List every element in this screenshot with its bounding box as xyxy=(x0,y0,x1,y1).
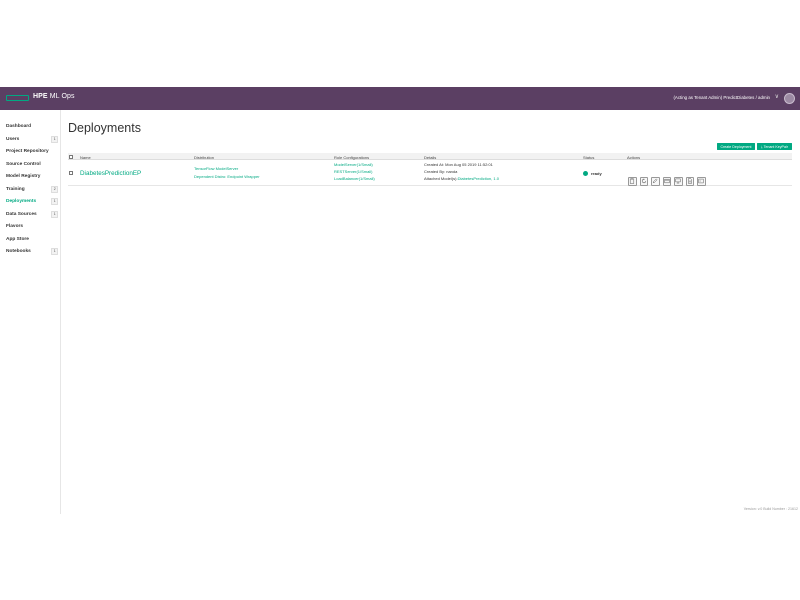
status-ready-icon xyxy=(583,170,588,176)
tenant-keypair-button[interactable]: ⤓ Tenant KeyPair xyxy=(757,143,792,150)
main-content: Deployments Create Deployment ⤓ Tenant K… xyxy=(61,110,800,514)
document-icon[interactable] xyxy=(685,177,694,186)
sidebar-item-label: Users xyxy=(6,136,20,142)
sidebar: Dashboard Users 1 Project Repository Sou… xyxy=(0,110,61,514)
refresh-icon[interactable] xyxy=(639,177,648,186)
column-header-distribution[interactable]: Distribution xyxy=(194,155,214,160)
column-header-role-configurations[interactable]: Role Configurations xyxy=(334,155,369,160)
created-by-text: Created By: nanda xyxy=(424,168,458,174)
brand-title[interactable]: HPE ML Ops xyxy=(33,93,75,100)
acting-as-text[interactable]: (Acting as Tenant Admin) PredictDiabetes… xyxy=(673,95,770,100)
sidebar-item-training[interactable]: Training 2 xyxy=(6,185,58,194)
monitor-icon[interactable] xyxy=(674,177,683,186)
brand-light: ML Ops xyxy=(49,93,75,100)
created-at-text: Created At: Mon Aug 05 2019 11:52:01 xyxy=(424,161,493,167)
count-badge: 1 xyxy=(51,210,58,218)
sidebar-item-notebooks[interactable]: Notebooks 1 xyxy=(6,247,58,256)
sidebar-item-flavors[interactable]: Flavors xyxy=(6,222,58,231)
column-header-status[interactable]: Status xyxy=(583,155,594,160)
sidebar-item-label: App Store xyxy=(6,236,29,242)
table-row: DiabetesPredictionEP TensorFlow ModelSer… xyxy=(68,161,792,186)
table-header: Name Distribution Role Configurations De… xyxy=(68,153,792,160)
sidebar-item-data-sources[interactable]: Data Sources 1 xyxy=(6,210,58,219)
count-badge: 1 xyxy=(51,135,58,143)
deployment-name-link[interactable]: DiabetesPredictionEP xyxy=(80,170,141,177)
sidebar-item-source-control[interactable]: Source Control xyxy=(6,160,58,169)
column-header-name[interactable]: Name xyxy=(80,155,91,160)
attached-model-link[interactable]: DiabetesPrediction, 1.0 xyxy=(458,176,499,181)
sidebar-item-label: Notebooks xyxy=(6,249,31,254)
sidebar-item-label: Dashboard xyxy=(6,124,32,129)
create-deployment-button[interactable]: Create Deployment xyxy=(717,143,755,150)
chevron-down-icon[interactable]: ∨ xyxy=(775,93,779,100)
window-icon[interactable] xyxy=(662,177,671,186)
edit-icon[interactable] xyxy=(651,177,660,186)
sidebar-item-dashboard[interactable]: Dashboard xyxy=(6,122,58,131)
column-header-details[interactable]: Details xyxy=(424,155,436,160)
row-checkbox[interactable] xyxy=(69,171,73,175)
sidebar-item-label: Flavors xyxy=(6,224,24,229)
count-badge: 1 xyxy=(51,198,58,205)
top-bar: HPE ML Ops (Acting as Tenant Admin) Pred… xyxy=(0,87,800,110)
sidebar-item-label: Data Sources xyxy=(6,211,37,217)
distribution-link[interactable]: TensorFlow ModelServer xyxy=(194,166,238,171)
select-all-checkbox[interactable] xyxy=(69,154,73,159)
clipboard-icon[interactable] xyxy=(628,177,637,186)
role-config-link[interactable]: RESTServer(1/Small) xyxy=(334,169,372,174)
page-title: Deployments xyxy=(68,121,141,135)
sidebar-item-deployments[interactable]: Deployments 1 xyxy=(6,197,58,206)
avatar[interactable] xyxy=(784,93,795,104)
version-text: Version: v.0 Build Number : 21612 xyxy=(743,507,798,511)
role-config-link[interactable]: ModelServer(1/Small) xyxy=(334,162,373,167)
attached-models-label: Attached Model(s): xyxy=(424,176,458,181)
sidebar-item-label: Deployments xyxy=(6,199,37,204)
count-badge: 1 xyxy=(51,248,58,255)
brand-bold: HPE xyxy=(33,93,48,100)
sidebar-item-label: Source Control xyxy=(6,161,41,167)
sidebar-item-app-store[interactable]: App Store xyxy=(6,235,58,244)
hpe-logo-icon xyxy=(6,95,29,101)
terminal-icon[interactable] xyxy=(697,177,706,186)
role-config-link[interactable]: LoadBalancer(1/Small) xyxy=(334,176,375,181)
sidebar-item-model-registry[interactable]: Model Registry xyxy=(6,172,58,181)
sidebar-item-project-repository[interactable]: Project Repository xyxy=(6,147,58,156)
sidebar-item-label: Project Repository xyxy=(6,149,49,154)
sidebar-item-label: Model Registry xyxy=(6,174,41,179)
attached-models: Attached Model(s):DiabetesPrediction, 1.… xyxy=(424,176,499,181)
dependent-distro-link[interactable]: Dependent Distro: Endpoint Wrapper xyxy=(194,174,260,179)
column-header-actions: Actions xyxy=(627,154,641,160)
sidebar-item-users[interactable]: Users 1 xyxy=(6,135,58,144)
status-text: ready xyxy=(591,170,602,176)
sidebar-item-label: Training xyxy=(6,186,25,192)
app-window: HPE ML Ops (Acting as Tenant Admin) Pred… xyxy=(0,87,800,514)
count-badge: 2 xyxy=(51,185,58,193)
